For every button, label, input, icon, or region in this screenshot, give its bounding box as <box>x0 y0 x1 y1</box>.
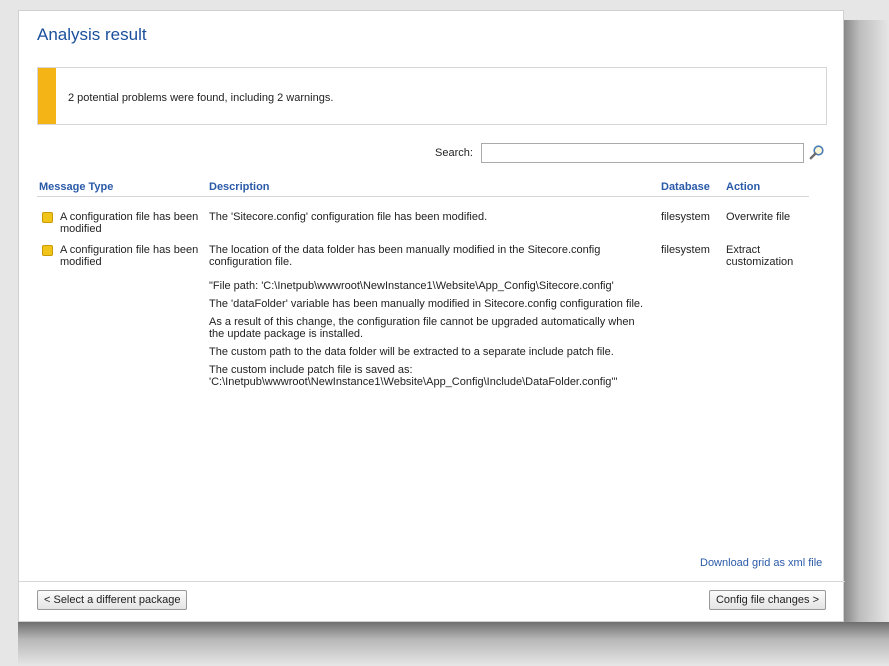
header-divider <box>37 196 809 197</box>
column-header-action[interactable]: Action <box>726 181 760 193</box>
detail-line: The custom path to the data folder will … <box>209 346 614 358</box>
warning-banner: 2 potential problems were found, includi… <box>37 67 827 125</box>
row-description: The 'Sitecore.config' configuration file… <box>209 211 488 223</box>
detail-line: The 'dataFolder' variable has been manua… <box>209 298 644 310</box>
config-file-changes-button[interactable]: Config file changes > <box>708 590 826 610</box>
footer-divider <box>19 581 845 582</box>
warning-file-icon <box>42 212 53 223</box>
page-title: Analysis result <box>37 25 147 44</box>
warning-message: 2 potential problems were found, includi… <box>68 92 334 104</box>
row-action: Overwrite file <box>726 211 791 223</box>
row-description: The location of the data folder has been… <box>209 244 601 268</box>
row-description-block: The location of the data folder has been… <box>209 244 649 394</box>
column-header-description[interactable]: Description <box>209 181 270 193</box>
column-header-message-type[interactable]: Message Type <box>39 181 113 193</box>
search-input[interactable] <box>481 143 804 163</box>
detail-line: "File path: 'C:\Inetpub\wwwroot\NewInsta… <box>209 280 614 292</box>
search-label: Search: <box>435 147 473 159</box>
search-icon[interactable] <box>809 144 825 160</box>
row-database: filesystem <box>661 244 710 256</box>
row-database: filesystem <box>661 211 710 223</box>
window-shadow-bottom <box>18 622 889 666</box>
warning-bar <box>38 68 56 124</box>
detail-line: As a result of this change, the configur… <box>209 316 635 340</box>
analysis-window: Analysis result 2 potential problems wer… <box>18 10 845 622</box>
row-message-type: A configuration file has been modified <box>60 244 199 268</box>
window-shadow-right <box>840 20 889 666</box>
row-action: Extract customization <box>726 244 794 268</box>
download-grid-link[interactable]: Download grid as xml file <box>700 557 822 569</box>
select-different-package-button[interactable]: < Select a different package <box>37 590 188 610</box>
row-message-type: A configuration file has been modified <box>60 211 199 235</box>
warning-file-icon <box>42 245 53 256</box>
column-header-database[interactable]: Database <box>661 181 710 193</box>
detail-line: The custom include patch file is saved a… <box>209 364 618 388</box>
